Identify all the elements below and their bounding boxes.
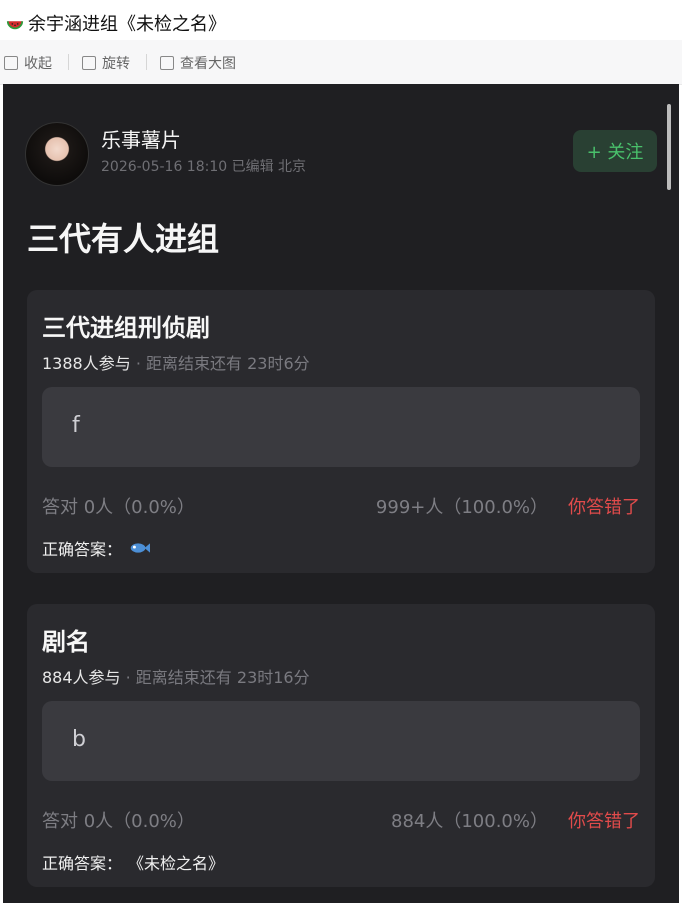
poll-time-left: · 距离结束还有 23时6分 — [130, 354, 310, 373]
post-header: 乐事薯片 2026-05-16 18:10 已编辑 北京 + 关注 — [25, 122, 657, 186]
post-screenshot: 乐事薯片 2026-05-16 18:10 已编辑 北京 + 关注 三代有人进组… — [3, 84, 679, 903]
correct-answer-value: 《未检之名》 — [128, 854, 225, 873]
author-name[interactable]: 乐事薯片 — [101, 124, 181, 153]
poll-stat-wrong-row: 884人（100.0%） 你答错了 — [391, 807, 640, 833]
collapse-button[interactable]: 收起 — [4, 53, 52, 73]
rotate-icon — [82, 56, 96, 70]
correct-answer-label: 正确答案： — [42, 854, 123, 873]
wrong-answer-label: 你答错了 — [568, 811, 640, 832]
wrong-answer-label: 你答错了 — [568, 497, 640, 518]
image-icon — [160, 56, 174, 70]
scrollbar[interactable] — [667, 104, 671, 190]
poll-answer-text: f — [72, 413, 80, 438]
poll-stat-correct: 答对 0人（0.0%） — [42, 811, 195, 832]
poll-stat-wrong: 999+人（100.0%） — [375, 497, 548, 518]
window-titlebar: 余宇涵进组《未检之名》 — [0, 0, 682, 40]
poll-stat-correct: 答对 0人（0.0%） — [42, 497, 195, 518]
view-large-label: 查看大图 — [180, 56, 236, 72]
poll-card: 三代进组刑侦剧 1388人参与 · 距离结束还有 23时6分 f 答对 0人（0… — [27, 290, 655, 573]
poll-question: 剧名 — [42, 628, 90, 656]
collapse-label: 收起 — [24, 56, 52, 72]
poll-participants: 884人参与 — [42, 668, 121, 687]
window-title: 余宇涵进组《未检之名》 — [28, 14, 226, 35]
rotate-button[interactable]: 旋转 — [82, 53, 130, 73]
poll-info: 884人参与 · 距离结束还有 23时16分 — [42, 664, 310, 688]
post-title: 三代有人进组 — [27, 220, 220, 258]
watermelon-icon — [6, 21, 24, 30]
poll-answer-text: b — [72, 727, 86, 752]
poll-question: 三代进组刑侦剧 — [42, 314, 210, 342]
poll-stat-wrong: 884人（100.0%） — [391, 811, 548, 832]
fish-icon — [130, 543, 151, 553]
follow-button[interactable]: + 关注 — [573, 130, 657, 172]
correct-answer: 正确答案： — [42, 536, 151, 560]
rotate-label: 旋转 — [102, 56, 130, 72]
avatar[interactable] — [25, 122, 89, 186]
poll-time-left: · 距离结束还有 23时16分 — [120, 668, 310, 687]
poll-answer-option[interactable]: f — [42, 387, 640, 467]
correct-answer-label: 正确答案： — [42, 540, 123, 559]
collapse-icon — [4, 56, 18, 70]
poll-card: 剧名 884人参与 · 距离结束还有 23时16分 b 答对 0人（0.0%） … — [27, 604, 655, 887]
window-title-row: 余宇涵进组《未检之名》 — [6, 10, 226, 36]
post-meta: 2026-05-16 18:10 已编辑 北京 — [101, 159, 307, 175]
toolbar-divider — [146, 54, 147, 70]
poll-info: 1388人参与 · 距离结束还有 23时6分 — [42, 350, 310, 374]
image-toolbar: 收起 旋转 查看大图 — [0, 40, 682, 85]
toolbar-divider — [68, 54, 69, 70]
poll-stat-wrong-row: 999+人（100.0%） 你答错了 — [376, 493, 640, 519]
view-large-button[interactable]: 查看大图 — [160, 53, 236, 73]
poll-answer-option[interactable]: b — [42, 701, 640, 781]
correct-answer: 正确答案： 《未检之名》 — [42, 850, 224, 874]
poll-participants: 1388人参与 — [42, 354, 131, 373]
